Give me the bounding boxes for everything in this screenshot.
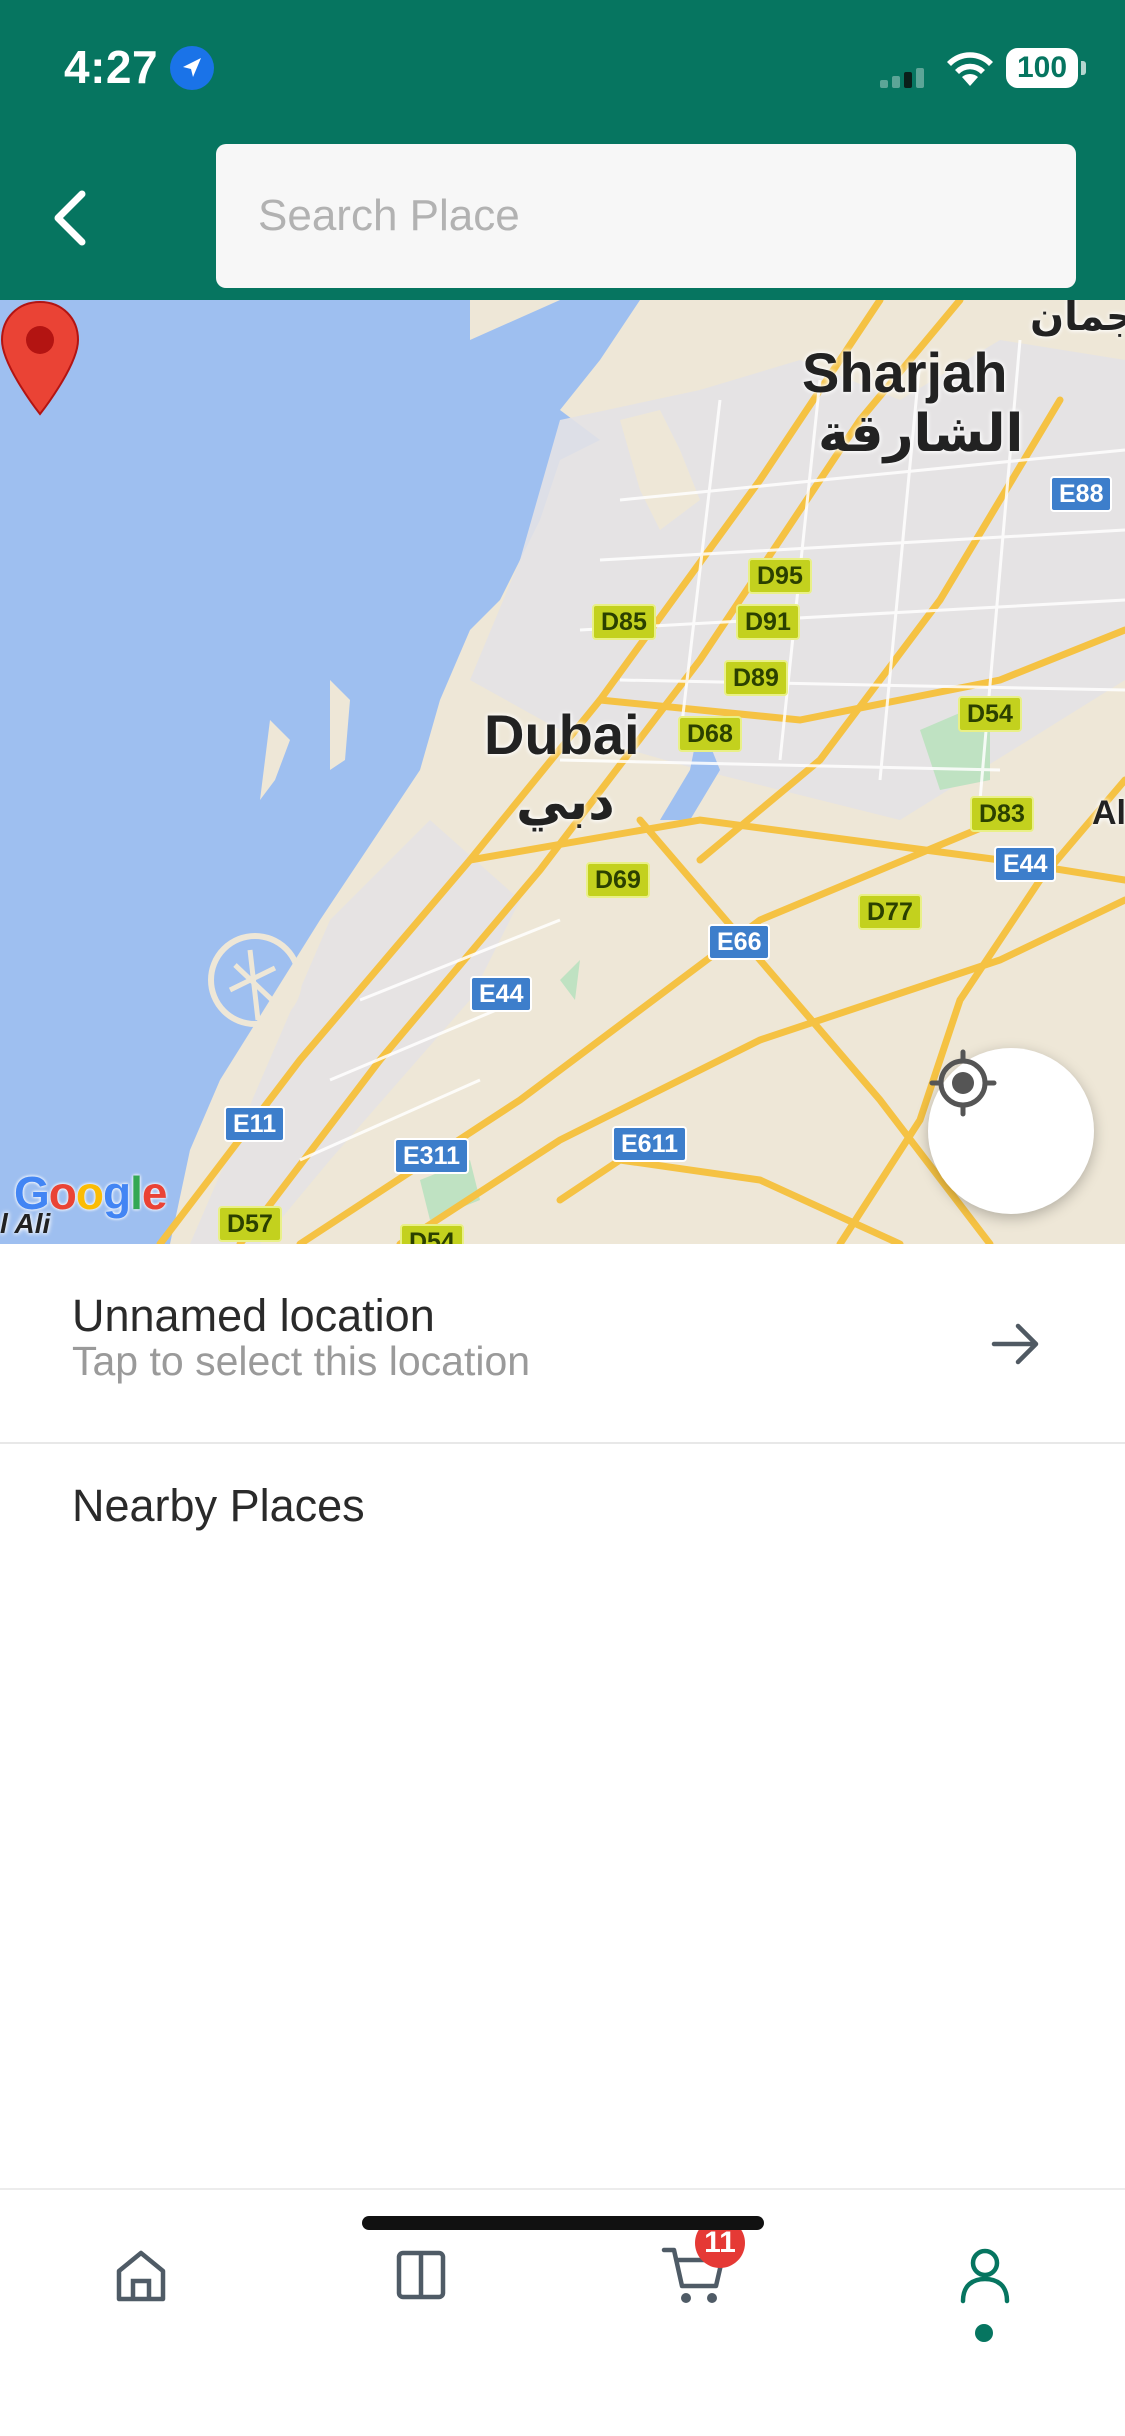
road-shield: D89 bbox=[724, 660, 788, 696]
home-indicator-bar bbox=[362, 2216, 764, 2230]
chevron-left-icon bbox=[54, 190, 86, 246]
nav-home[interactable] bbox=[96, 2230, 186, 2320]
location-services-icon bbox=[170, 46, 214, 90]
status-time: 4:27 bbox=[64, 41, 159, 93]
unnamed-location-row[interactable]: Unnamed location Tap to select this loca… bbox=[0, 1244, 1125, 1444]
road-shield: D77 bbox=[858, 894, 922, 930]
map-label-al: Al bbox=[1092, 794, 1125, 832]
crosshair-icon bbox=[929, 1049, 997, 1117]
road-shield: E44 bbox=[994, 846, 1057, 882]
map-label-dubai-arabic: دبي bbox=[516, 773, 615, 831]
road-shield: D57 bbox=[218, 1206, 282, 1242]
map-label-sharjah: Sharjah bbox=[802, 341, 1008, 404]
road-shield: E44 bbox=[470, 976, 533, 1012]
map-label-dubai: Dubai bbox=[484, 703, 640, 766]
road-shield: E66 bbox=[708, 924, 771, 960]
road-shield: D95 bbox=[748, 558, 812, 594]
battery-indicator: 100 bbox=[1006, 48, 1086, 88]
cellular-signal-icon bbox=[880, 68, 924, 88]
road-shield: E611 bbox=[612, 1126, 688, 1162]
my-location-button[interactable] bbox=[928, 1048, 1094, 1214]
nav-profile[interactable] bbox=[940, 2230, 1030, 2320]
map-view[interactable]: Sharjah الشارقة عجمان Dubai دبي Al l Ali… bbox=[0, 300, 1125, 1244]
road-shield: E311 bbox=[394, 1138, 470, 1174]
profile-icon bbox=[960, 2248, 1010, 2304]
wifi-icon bbox=[947, 52, 993, 86]
arrow-right-icon[interactable] bbox=[988, 1316, 1044, 1372]
active-tab-indicator bbox=[975, 2324, 993, 2342]
nearby-places-heading: Nearby Places bbox=[72, 1480, 365, 1531]
nav-catalog[interactable] bbox=[376, 2230, 466, 2320]
road-shield: E11 bbox=[224, 1106, 286, 1142]
road-shield: D85 bbox=[592, 604, 656, 640]
catalog-icon bbox=[396, 2250, 446, 2300]
app-header: 4:27 100 bbox=[0, 0, 1125, 300]
location-subtitle: Tap to select this location bbox=[72, 1338, 531, 1384]
search-input[interactable] bbox=[216, 144, 1076, 288]
home-icon bbox=[116, 2250, 166, 2302]
search-field[interactable] bbox=[216, 144, 1076, 288]
road-shield: E88 bbox=[1050, 476, 1113, 512]
location-title: Unnamed location bbox=[72, 1290, 435, 1341]
road-shield: D54 bbox=[958, 696, 1022, 732]
map-label-sharjah-arabic: الشارقة bbox=[818, 405, 1024, 463]
map-label-ajman-arabic: عجمان bbox=[1030, 300, 1125, 339]
map-pin-icon[interactable] bbox=[0, 300, 80, 416]
road-shield: D83 bbox=[970, 796, 1034, 832]
road-shield: D69 bbox=[586, 862, 650, 898]
back-button[interactable] bbox=[40, 178, 100, 258]
road-shield: D54 bbox=[400, 1224, 464, 1244]
road-shield: D91 bbox=[736, 604, 800, 640]
google-logo: Google bbox=[14, 1167, 167, 1219]
road-shield: D68 bbox=[678, 716, 742, 752]
